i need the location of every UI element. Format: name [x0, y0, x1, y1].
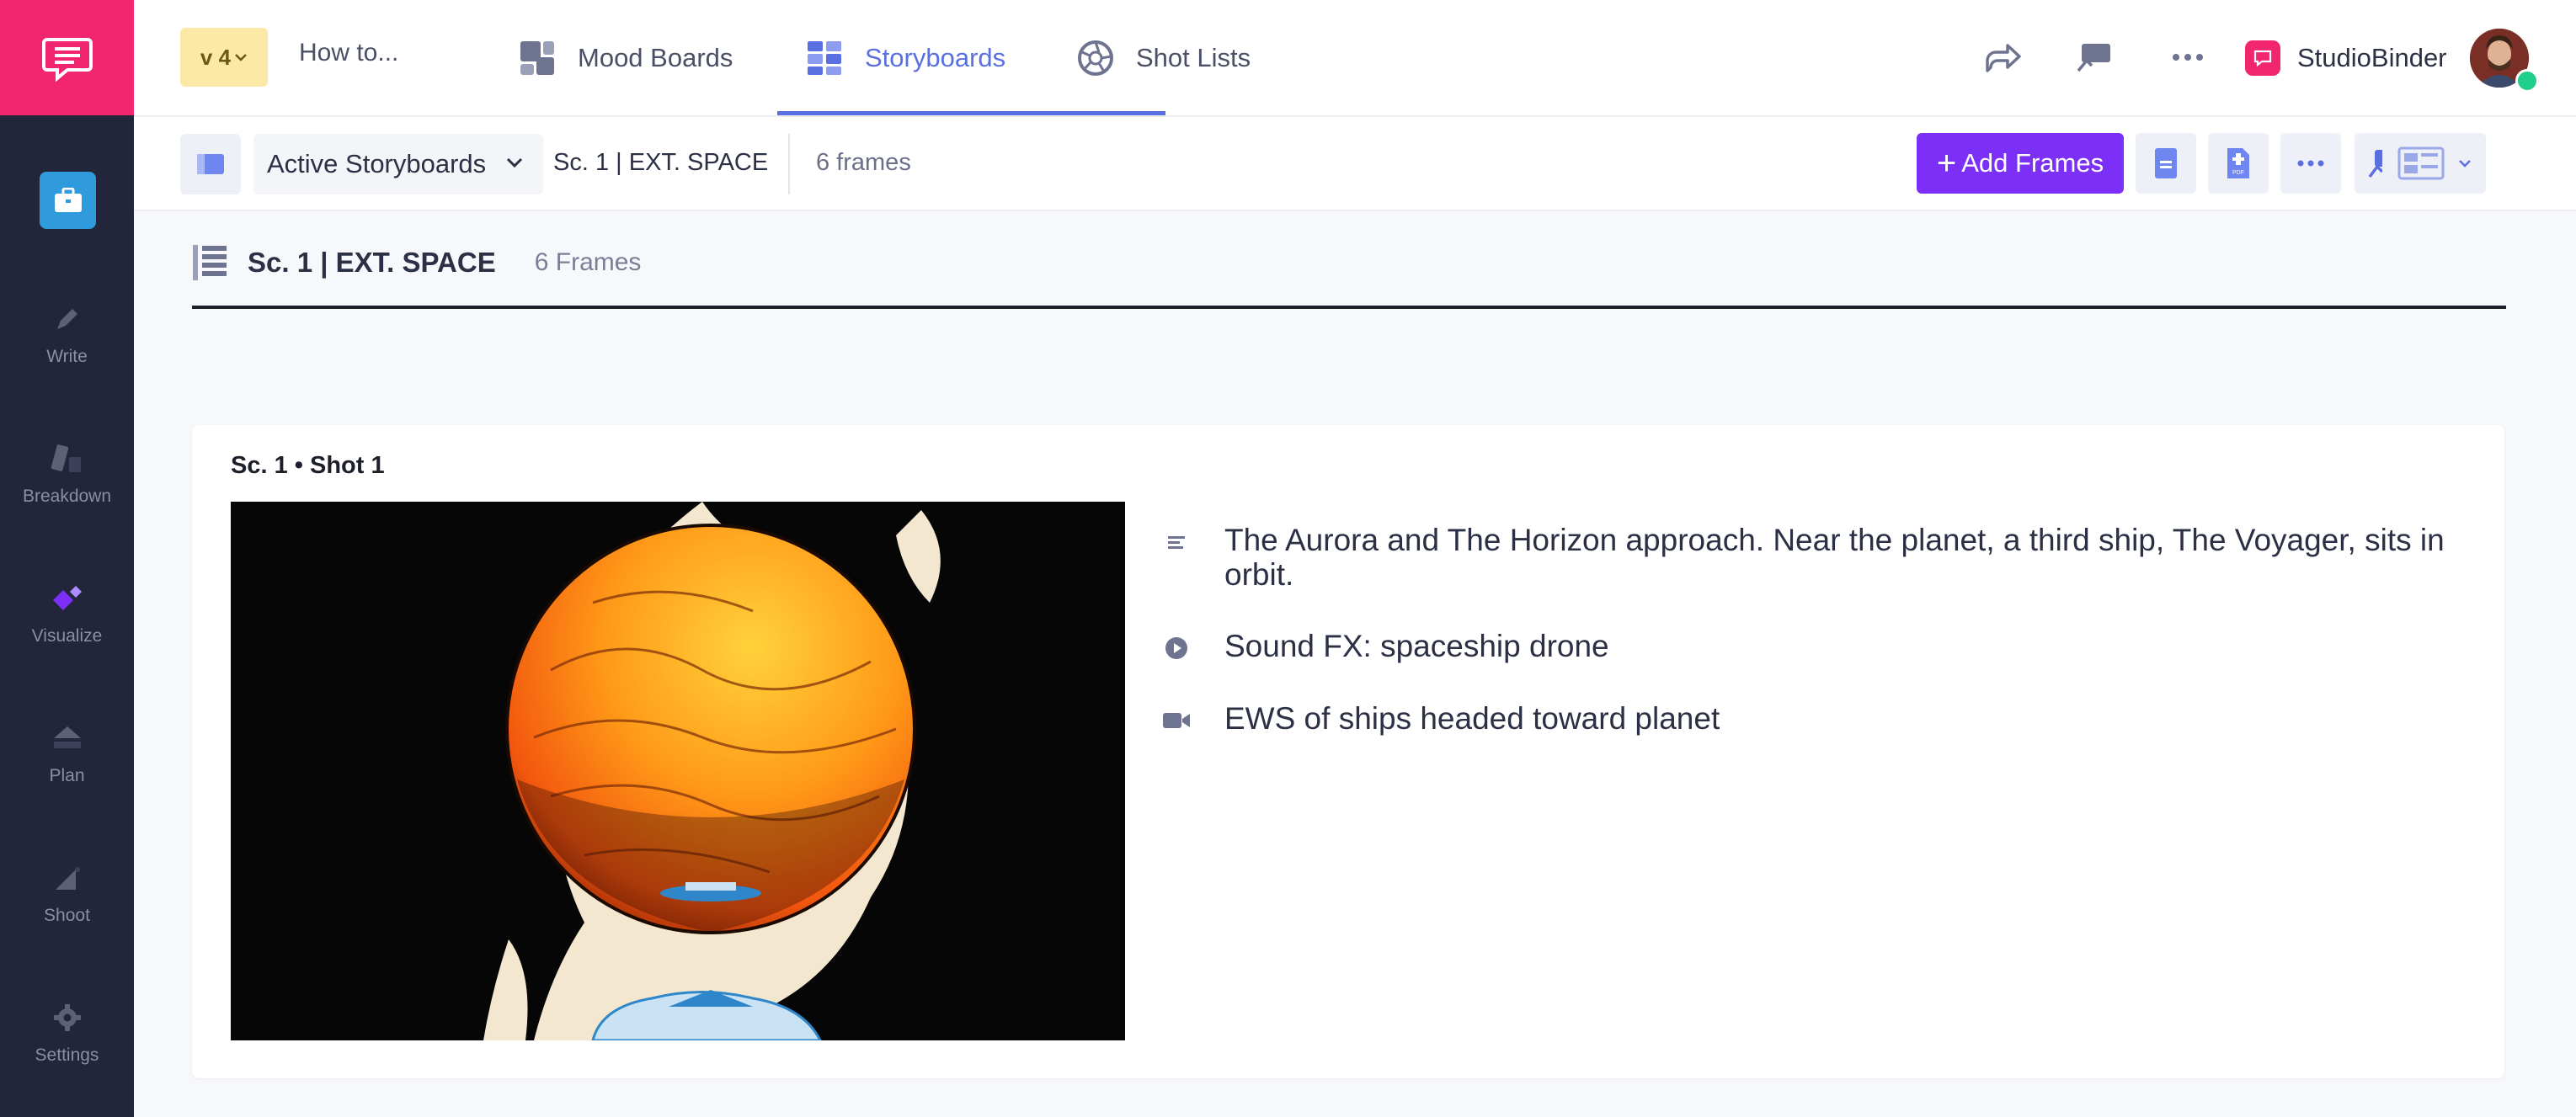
sidebar-item-shoot[interactable]: Shoot [0, 842, 134, 943]
svg-text:PDF: PDF [2232, 170, 2244, 176]
shoot-icon [48, 859, 87, 897]
sound-row[interactable]: Sound FX: spaceship drone [1162, 629, 2471, 663]
present-button[interactable] [2072, 34, 2119, 81]
sidebar-item-visualize[interactable]: Visualize [0, 562, 134, 663]
visualize-icon [48, 579, 87, 618]
layout-icon [2397, 146, 2444, 180]
tab-label: Shot Lists [1136, 42, 1251, 72]
plus-icon: + [1936, 145, 1957, 182]
pdf-icon: PDF [2227, 148, 2249, 178]
sidebar-item-breakdown[interactable]: Breakdown [0, 423, 134, 524]
storyboard-frame-image[interactable] [231, 502, 1125, 1040]
present-icon [2077, 44, 2110, 72]
top-bar: v 4 How to... Mood Boards Storyboards Sh… [134, 0, 2576, 117]
shot-camera: EWS of ships headed toward planet [1224, 701, 1720, 736]
sidebar-item-label: Plan [49, 766, 85, 785]
book-icon [2155, 148, 2177, 178]
chevron-down-icon [2458, 160, 2471, 168]
shot-description: The Aurora and The Horizon approach. Nea… [1224, 523, 2445, 592]
storyboard-toolbar: Active Storyboards Sc. 1 | EXT. SPACE 6 … [134, 117, 2576, 211]
scene-list-icon[interactable] [192, 244, 227, 281]
breakdown-icon [48, 439, 87, 478]
more-icon [2173, 54, 2203, 61]
pencil-icon [48, 300, 87, 338]
add-frames-label: Add Frames [1961, 148, 2104, 178]
briefcase-icon [54, 188, 82, 212]
frames-count: 6 frames [816, 149, 911, 176]
add-frames-button[interactable]: + Add Frames [1917, 133, 2124, 194]
layout-selector-button[interactable] [2382, 133, 2486, 194]
mood-boards-icon [519, 40, 556, 77]
logo-icon [41, 37, 93, 82]
shot-card[interactable]: Sc. 1 • Shot 1 The Aurora and The Horizo… [192, 425, 2504, 1078]
sidebar-item-write[interactable]: Write [0, 283, 134, 384]
brand-name: StudioBinder [2297, 42, 2447, 72]
gear-icon [48, 998, 87, 1037]
chevron-down-icon [235, 54, 247, 61]
share-icon [1986, 44, 2021, 72]
left-sidebar: Write Breakdown Visualize Plan Shoot Set… [0, 0, 134, 1117]
plan-icon [48, 719, 87, 758]
shot-lists-icon [1077, 40, 1114, 77]
book-view-button[interactable] [2136, 133, 2196, 194]
tab-mood-boards[interactable]: Mood Boards [519, 0, 733, 115]
share-button[interactable] [1979, 34, 2026, 81]
more-actions-button[interactable] [2280, 133, 2341, 194]
version-selector[interactable]: v 4 [180, 28, 268, 87]
more-icon [2297, 160, 2324, 167]
briefcase-button[interactable] [40, 172, 96, 229]
tab-label: Storyboards [865, 42, 1006, 72]
shot-sound: Sound FX: spaceship drone [1224, 629, 1609, 663]
tab-label: Mood Boards [578, 42, 733, 72]
scene-frames-count: 6 Frames [534, 248, 642, 276]
export-pdf-button[interactable]: PDF [2208, 133, 2269, 194]
tab-shot-lists[interactable]: Shot Lists [1077, 0, 1251, 115]
sidebar-item-label: Shoot [44, 906, 90, 925]
sidebar-item-settings[interactable]: Settings [0, 981, 134, 1082]
scene-breadcrumb[interactable]: Sc. 1 | EXT. SPACE [553, 149, 768, 177]
scene-header: Sc. 1 | EXT. SPACE 6 Frames [192, 237, 641, 288]
chevron-down-icon [506, 157, 523, 168]
version-label: v 4 [200, 44, 232, 70]
project-title[interactable]: How to... [299, 39, 398, 67]
sidebar-item-plan[interactable]: Plan [0, 702, 134, 803]
camera-row[interactable]: EWS of ships headed toward planet [1162, 701, 2471, 736]
sidebar-item-label: Write [46, 347, 88, 366]
storyboards-icon [806, 40, 843, 77]
shot-label: Sc. 1 • Shot 1 [231, 452, 385, 479]
shot-description-row[interactable]: The Aurora and The Horizon approach. Nea… [1162, 523, 2471, 592]
dropdown-label: Active Storyboards [267, 149, 487, 178]
toolbar-divider [788, 134, 790, 194]
sidebar-item-label: Breakdown [22, 487, 112, 506]
scene-title: Sc. 1 | EXT. SPACE [248, 247, 496, 278]
brand-logo-icon [2245, 40, 2280, 76]
sidebar-item-label: Settings [35, 1045, 99, 1065]
tab-storyboards[interactable]: Storyboards [806, 0, 1005, 115]
online-status-dot [2515, 69, 2539, 93]
sidebar-toggle-icon [197, 154, 224, 174]
planet-illustration [231, 502, 1125, 1040]
sidebar-item-label: Visualize [31, 626, 103, 646]
description-icon [1162, 528, 1191, 556]
scene-divider [192, 306, 2506, 309]
play-circle-icon [1162, 634, 1191, 662]
account-brand[interactable]: StudioBinder [2245, 0, 2447, 115]
video-camera-icon [1162, 706, 1191, 735]
more-options-button[interactable] [2164, 34, 2211, 81]
storyboard-filter-dropdown[interactable]: Active Storyboards [253, 134, 543, 194]
panel-toggle-button[interactable] [180, 134, 241, 194]
studiobinder-logo[interactable] [0, 0, 134, 115]
